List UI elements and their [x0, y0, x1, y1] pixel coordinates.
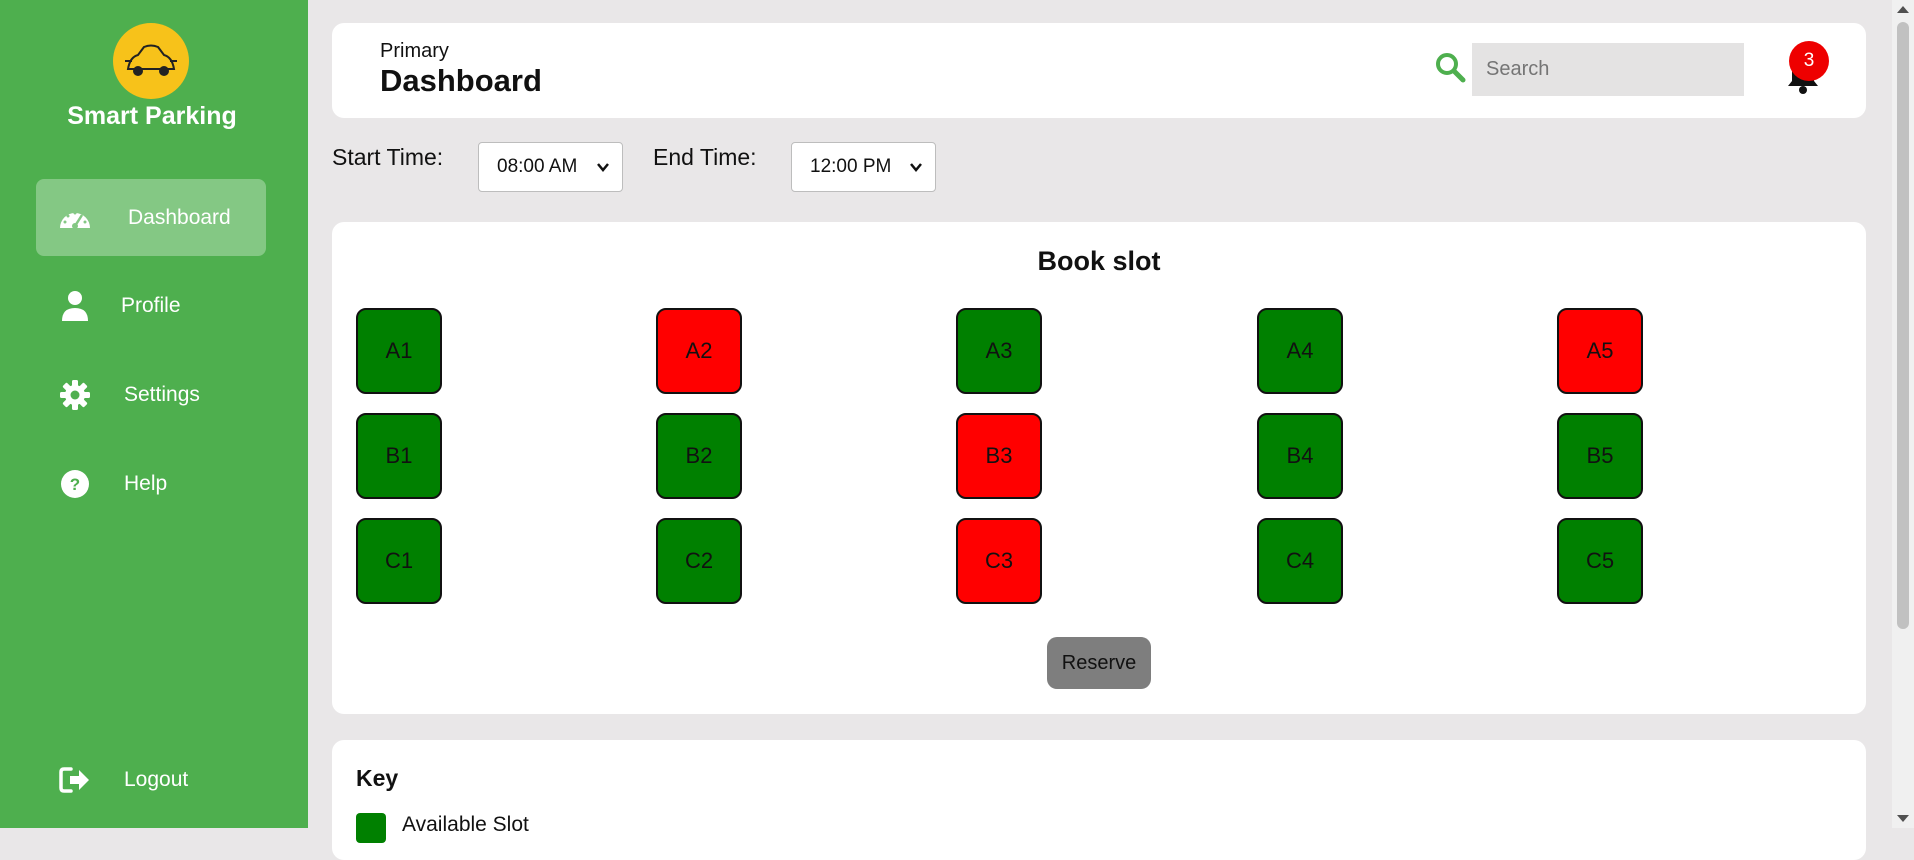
end-time-value: 12:00 PM	[810, 156, 892, 177]
gear-icon	[58, 378, 92, 412]
sidebar-item-dashboard[interactable]: Dashboard	[36, 179, 266, 256]
sidebar-item-label: Dashboard	[128, 205, 231, 229]
start-time-label: Start Time:	[332, 144, 444, 170]
logout-icon	[58, 763, 92, 797]
book-slot-card: Book slot A1 A2 A3 A4 A5 B1 B2 B3 B4 B5 C1 C2 C3 C4 C5…	[332, 222, 1866, 714]
key-label: Available Slot	[402, 813, 529, 836]
notification-badge: 3	[1789, 41, 1829, 81]
page-title: Dashboard	[380, 63, 542, 98]
sidebar-item-label: Settings	[124, 382, 200, 406]
slot-a5[interactable]: A5	[1557, 308, 1643, 394]
slot-a2[interactable]: A2	[656, 308, 742, 394]
svg-text:?: ?	[70, 475, 80, 494]
sidebar: Smart Parking Dashboard Profile Settings…	[0, 0, 308, 828]
slot-b3[interactable]: B3	[956, 413, 1042, 499]
app-name: Smart Parking	[67, 102, 237, 130]
slot-c2[interactable]: C2	[656, 518, 742, 604]
dashboard-icon	[58, 201, 92, 235]
slot-b4[interactable]: B4	[1257, 413, 1343, 499]
slot-c5[interactable]: C5	[1557, 518, 1643, 604]
slot-a3[interactable]: A3	[956, 308, 1042, 394]
search-input[interactable]	[1472, 43, 1744, 96]
slot-a4[interactable]: A4	[1257, 308, 1343, 394]
car-logo-icon	[125, 44, 177, 76]
slot-c4[interactable]: C4	[1257, 518, 1343, 604]
start-time-select[interactable]: 08:00 AM	[478, 142, 623, 192]
user-icon	[58, 289, 92, 323]
key-title: Key	[356, 765, 399, 791]
header: Primary Dashboard 3	[332, 23, 1866, 118]
header-subtitle: Primary	[380, 40, 449, 62]
scroll-up-arrow[interactable]	[1897, 6, 1909, 13]
sidebar-item-settings[interactable]: Settings	[36, 356, 266, 433]
scroll-thumb[interactable]	[1897, 22, 1909, 629]
reserve-button[interactable]: Reserve	[1047, 637, 1151, 689]
end-time-select[interactable]: 12:00 PM	[791, 142, 936, 192]
sidebar-item-label: Help	[124, 471, 168, 495]
chevron-down-icon	[597, 163, 609, 172]
chevron-down-icon	[910, 163, 922, 172]
sidebar-item-help[interactable]: ? Help	[36, 445, 266, 522]
slot-b5[interactable]: B5	[1557, 413, 1643, 499]
start-time-value: 08:00 AM	[497, 156, 578, 177]
slot-a1[interactable]: A1	[356, 308, 442, 394]
logout-button[interactable]: Logout	[36, 741, 266, 818]
slot-b1[interactable]: B1	[356, 413, 442, 499]
scrollbar[interactable]	[1892, 0, 1914, 828]
slot-b2[interactable]: B2	[656, 413, 742, 499]
logo	[113, 23, 189, 99]
card-title: Book slot	[1037, 246, 1161, 276]
scroll-down-arrow[interactable]	[1897, 815, 1909, 822]
search-icon[interactable]	[1434, 51, 1466, 83]
key-card: Key Available Slot	[332, 740, 1866, 860]
key-swatch-available	[356, 813, 386, 843]
help-icon: ?	[58, 467, 92, 501]
slot-c1[interactable]: C1	[356, 518, 442, 604]
sidebar-item-label: Profile	[121, 293, 181, 317]
slot-c3[interactable]: C3	[956, 518, 1042, 604]
logout-label: Logout	[124, 767, 189, 791]
end-time-label: End Time:	[653, 144, 757, 170]
sidebar-item-profile[interactable]: Profile	[36, 267, 266, 344]
